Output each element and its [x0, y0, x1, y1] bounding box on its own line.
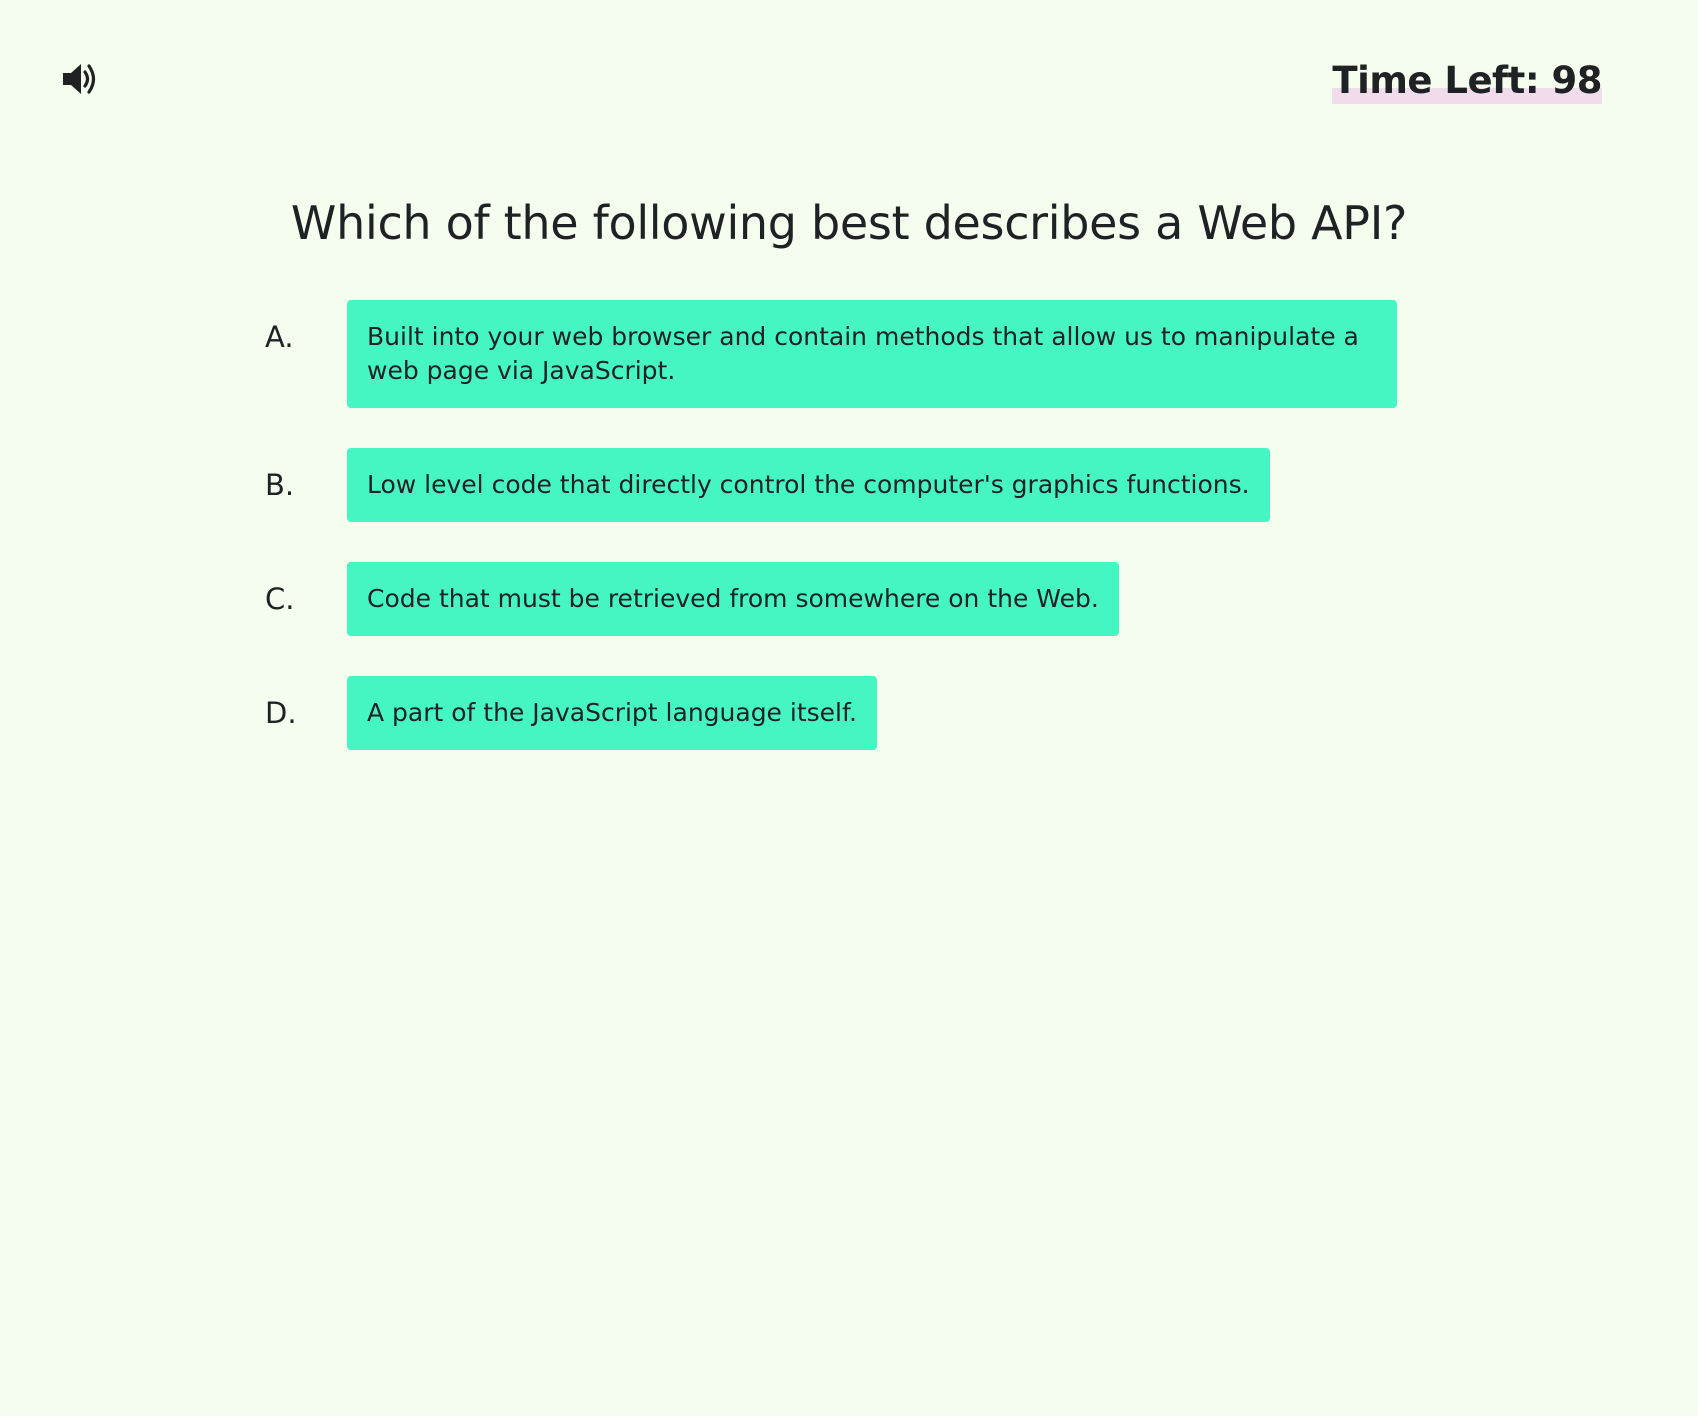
- choice-a-button[interactable]: Built into your web browser and contain …: [347, 300, 1397, 408]
- choice-row-b: B. Low level code that directly control …: [262, 448, 1442, 522]
- sound-toggle-button[interactable]: [56, 56, 102, 102]
- choice-d-button[interactable]: A part of the JavaScript language itself…: [347, 676, 877, 750]
- choice-letter: C.: [265, 582, 295, 616]
- choice-row-a: A. Built into your web browser and conta…: [262, 300, 1442, 408]
- time-left-counter: Time Left: 98: [1332, 58, 1602, 104]
- speaker-volume-icon: [59, 59, 99, 99]
- question-text: Which of the following best describes a …: [290, 196, 1408, 250]
- choice-c-button[interactable]: Code that must be retrieved from somewhe…: [347, 562, 1119, 636]
- choice-letter: A.: [265, 320, 294, 354]
- choice-letter: D.: [265, 696, 297, 730]
- choice-b-button[interactable]: Low level code that directly control the…: [347, 448, 1270, 522]
- answer-choices: A. Built into your web browser and conta…: [262, 300, 1442, 790]
- choice-row-d: D. A part of the JavaScript language its…: [262, 676, 1442, 750]
- choice-row-c: C. Code that must be retrieved from some…: [262, 562, 1442, 636]
- choice-letter: B.: [265, 468, 295, 502]
